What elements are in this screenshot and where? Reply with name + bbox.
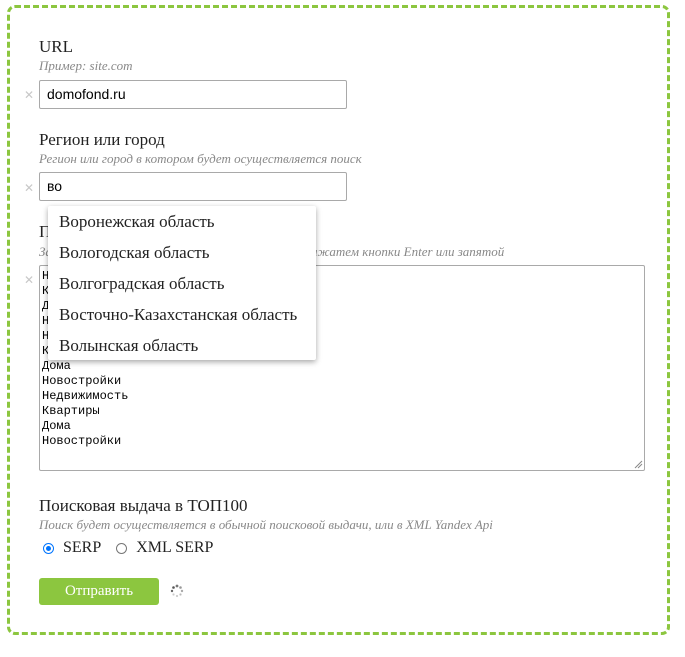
phrases-hint-end: ажатем кнопки Enter или запятой xyxy=(311,244,505,259)
resize-handle-icon[interactable] xyxy=(633,459,643,469)
serp-hint: Поиск будет осуществляется в обычной пои… xyxy=(39,517,493,532)
textarea-line: Квартиры xyxy=(42,404,100,418)
url-clear-icon[interactable]: ✕ xyxy=(24,88,34,102)
serp-radio-label[interactable]: SERP xyxy=(63,539,101,557)
suggestion-item[interactable]: Волынская область xyxy=(48,330,316,361)
textarea-line: Новостройки xyxy=(42,434,122,448)
textarea-line: Дома xyxy=(42,419,71,433)
serp-radio[interactable] xyxy=(43,542,54,554)
textarea-line: Недвижимость xyxy=(42,389,129,403)
suggestion-item[interactable]: Вологодская область xyxy=(48,237,316,268)
region-input[interactable]: во xyxy=(39,172,347,201)
region-clear-icon[interactable]: ✕ xyxy=(24,181,34,195)
phrases-clear-icon[interactable]: ✕ xyxy=(24,273,34,287)
suggestion-item[interactable]: Воронежская область xyxy=(48,206,316,237)
xml-serp-radio[interactable] xyxy=(116,542,128,554)
xml-serp-radio-label[interactable]: XML SERP xyxy=(136,539,213,557)
textarea-line: Дома xyxy=(42,359,71,373)
serp-options: SERP XML SERP xyxy=(43,539,213,557)
region-hint: Регион или город в котором будет осущест… xyxy=(39,151,362,166)
textarea-line: Новостройки xyxy=(42,374,122,388)
url-label: URL xyxy=(39,37,73,56)
url-hint: Пример: site.com xyxy=(39,58,133,73)
url-input[interactable]: domofond.ru xyxy=(39,80,347,109)
submit-button[interactable]: Отправить xyxy=(39,578,159,605)
region-suggestions-dropdown: Воронежская область Вологодская область … xyxy=(48,206,316,360)
suggestion-item[interactable]: Волгоградская область xyxy=(48,268,316,299)
region-label: Регион или город xyxy=(39,130,165,149)
loading-spinner-icon xyxy=(170,584,184,598)
suggestion-item[interactable]: Восточно-Казахстанская область xyxy=(48,299,316,330)
serp-label: Поисковая выдача в ТОП100 xyxy=(39,496,248,515)
